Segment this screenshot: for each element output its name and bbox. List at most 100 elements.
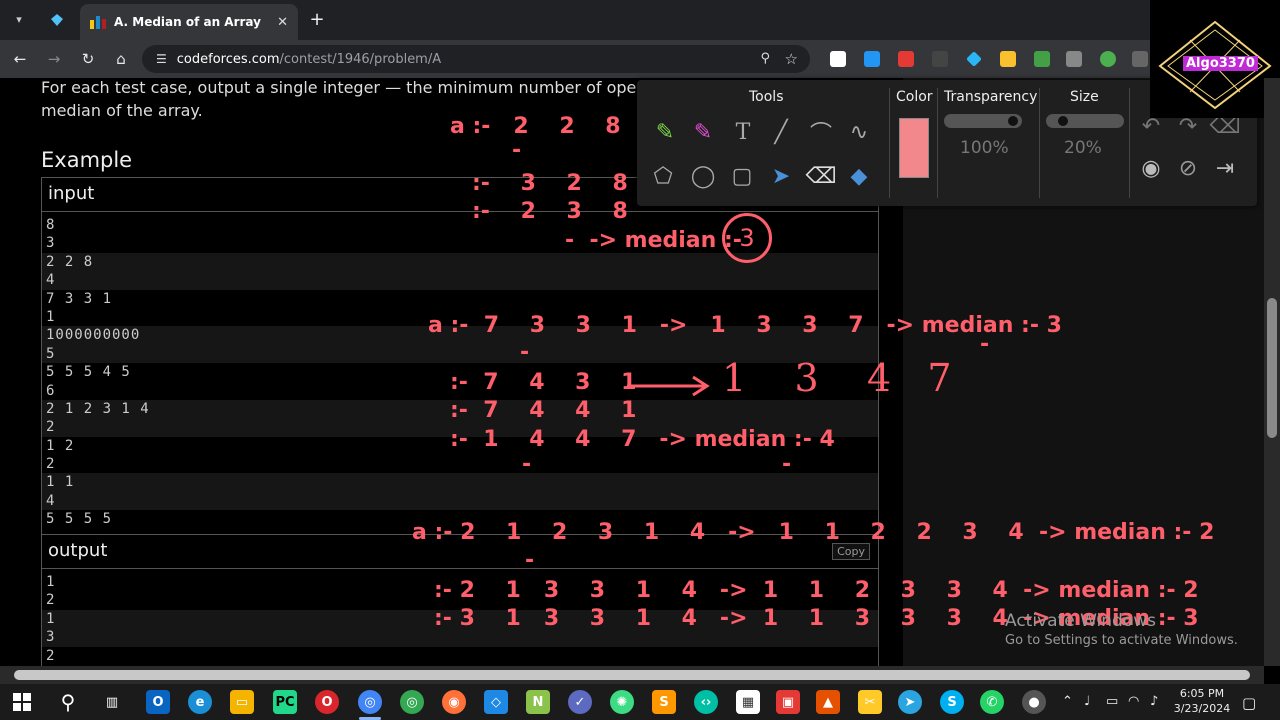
annotation-dash-3: - (522, 452, 532, 477)
transparency-slider[interactable] (944, 114, 1022, 128)
virtualbox-icon[interactable]: ◇ (484, 690, 508, 714)
back-icon[interactable]: ← (9, 49, 31, 69)
annotation-dash-2: - (520, 340, 530, 365)
text-tool-icon[interactable]: T (727, 116, 759, 148)
annotation-a1: a :- 2 2 8 (450, 114, 621, 139)
site-info-icon[interactable]: ☰ (156, 52, 167, 66)
file-explorer-icon[interactable]: ▭ (230, 690, 254, 714)
checkmark-app-icon[interactable]: ✓ (568, 690, 592, 714)
output-line: 2 (46, 647, 56, 664)
sublime-icon[interactable]: S (652, 690, 676, 714)
code-app-icon[interactable]: ‹› (694, 690, 718, 714)
transparency-label: Transparency (944, 89, 1038, 105)
highlighter-icon[interactable]: ✎ (687, 116, 719, 148)
exit-icon[interactable]: ⇥ (1209, 152, 1241, 184)
fill-tool-icon[interactable]: ◆ (843, 160, 875, 192)
tab-close-icon[interactable]: ✕ (277, 15, 288, 30)
skype-icon[interactable]: S (940, 690, 964, 714)
battery-icon[interactable]: ▭ (1106, 694, 1118, 709)
horizontal-scrollbar[interactable] (0, 666, 1264, 684)
address-bar[interactable]: ☰ codeforces.com/contest/1946/problem/A … (142, 45, 810, 73)
pycharm-icon[interactable]: PC (273, 690, 297, 714)
size-label: Size (1070, 89, 1099, 105)
divider (937, 88, 938, 198)
pointer-tool-icon[interactable]: ➤ (765, 160, 797, 192)
input-line: 7 3 3 1 (46, 290, 113, 307)
extension-icon-8[interactable] (1100, 51, 1116, 67)
extension-icon-3[interactable] (898, 51, 914, 67)
office-icon[interactable]: ▣ (776, 690, 800, 714)
microphone-icon[interactable]: ♩ (1084, 694, 1090, 709)
reload-icon[interactable]: ↻ (77, 49, 99, 69)
bookmark-star-icon[interactable]: ☆ (785, 50, 798, 68)
color-swatch[interactable] (899, 118, 929, 178)
extension-icon-5[interactable] (966, 51, 982, 67)
notepad-plus-icon[interactable]: N (526, 690, 550, 714)
freeform-tool-icon[interactable]: ∿ (843, 116, 875, 148)
tab-active[interactable]: A. Median of an Array ✕ (80, 4, 298, 40)
extension-icon-6[interactable] (1000, 51, 1016, 67)
edge-icon[interactable]: e (188, 690, 212, 714)
copy-button[interactable]: Copy (832, 543, 870, 560)
tab-search-icon[interactable]: ▾ (8, 8, 30, 30)
hide-icon[interactable]: ⊘ (1172, 152, 1204, 184)
chatgpt-icon[interactable]: ✺ (610, 690, 634, 714)
telegram-icon[interactable]: ➤ (898, 690, 922, 714)
annotation-c1: a :- 2 1 2 3 1 4 -> 1 1 2 2 3 4 -> media… (412, 520, 1215, 545)
circle-tool-icon[interactable]: ◯ (687, 160, 719, 192)
wifi-icon[interactable]: ◠ (1128, 694, 1139, 709)
taskbar-clock[interactable]: 6:05 PM 3/23/2024 (1170, 686, 1234, 716)
matlab-icon[interactable]: ▲ (816, 690, 840, 714)
forward-icon[interactable]: → (43, 49, 65, 69)
eraser-icon[interactable]: ⌫ (805, 160, 837, 192)
snipping-tool-icon[interactable]: ✂ (858, 690, 882, 714)
vertical-scroll-thumb[interactable] (1267, 298, 1277, 438)
annotation-a1d: - -> median :- (565, 228, 742, 253)
camera-icon[interactable]: ◉ (1135, 152, 1167, 184)
pencil-icon[interactable]: ✎ (649, 116, 681, 148)
divider (889, 88, 890, 198)
annotation-a1c: :- 2 3 8 (472, 199, 628, 224)
whatsapp-icon[interactable]: ✆ (980, 690, 1004, 714)
annotation-dash-4: - (782, 452, 792, 477)
tab-inactive[interactable] (40, 6, 74, 34)
logo-text: Algo3370 (1183, 56, 1258, 71)
chrome-profile-icon[interactable]: ◎ (400, 690, 424, 714)
color-label: Color (896, 89, 933, 105)
extension-icon-1[interactable] (830, 51, 846, 67)
opera-icon[interactable]: O (315, 690, 339, 714)
tray-overflow-icon[interactable]: ⌃ (1062, 694, 1073, 709)
zoom-icon[interactable]: ⚲ (760, 51, 770, 66)
tab-title: A. Median of an Array (114, 15, 261, 29)
tools-label: Tools (749, 89, 784, 105)
notification-icon[interactable]: ▢ (1242, 694, 1256, 712)
annotation-b1: a :- 7 3 3 1 -> 1 3 3 7 -> median :- 3 (428, 313, 1062, 338)
rectangle-tool-icon[interactable]: ▢ (726, 160, 758, 192)
horizontal-scroll-thumb[interactable] (14, 670, 1250, 680)
curve-tool-icon[interactable]: ⌒ (805, 116, 837, 148)
browser-tabstrip: ▾ A. Median of an Array ✕ + (0, 0, 1280, 40)
app-icon-grid[interactable]: ▦ (736, 690, 760, 714)
task-view-icon[interactable]: ▥ (100, 690, 124, 714)
size-slider[interactable] (1046, 114, 1124, 128)
transparency-knob[interactable] (1008, 116, 1018, 126)
vertical-scrollbar[interactable] (1264, 78, 1280, 666)
extensions-puzzle-icon[interactable] (1132, 51, 1148, 67)
extension-icon-2[interactable] (864, 51, 880, 67)
annotation-dash: - (512, 138, 522, 163)
screen-recorder-icon[interactable]: ● (1022, 690, 1046, 714)
line-tool-icon[interactable]: ╱ (765, 116, 797, 148)
outlook-icon[interactable]: O (146, 690, 170, 714)
firefox-icon[interactable]: ◉ (442, 690, 466, 714)
extension-icon-4[interactable] (932, 51, 948, 67)
chrome-icon[interactable]: ◎ (358, 690, 382, 714)
polygon-tool-icon[interactable]: ⬠ (647, 160, 679, 192)
extension-icon-7[interactable] (1034, 51, 1050, 67)
size-knob[interactable] (1058, 116, 1068, 126)
windows-start-icon[interactable] (10, 690, 34, 714)
volume-icon[interactable]: ♪ (1150, 694, 1158, 709)
home-icon[interactable]: ⌂ (110, 49, 132, 69)
new-tab-button[interactable]: + (306, 8, 328, 30)
search-icon[interactable]: ⚲ (56, 690, 80, 714)
download-icon[interactable] (1066, 51, 1082, 67)
